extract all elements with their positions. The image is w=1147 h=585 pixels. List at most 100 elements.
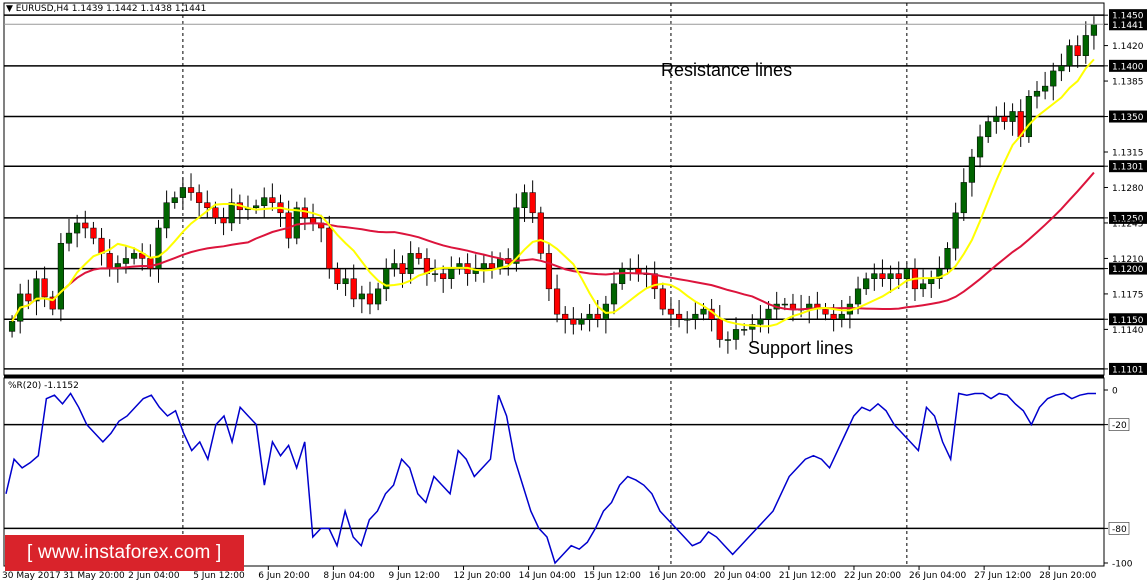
candle-body: [537, 212, 544, 254]
candle: [651, 261, 658, 299]
time-tick-label: 12 Jun 20:00: [454, 571, 511, 581]
candle: [952, 202, 959, 261]
menu-triangle-icon[interactable]: ▼: [6, 4, 13, 14]
candle-body: [732, 329, 740, 340]
candle: [1058, 53, 1065, 82]
candle-body: [25, 293, 32, 302]
candle-body: [529, 192, 536, 214]
wpr-tick-label: -20: [1112, 421, 1127, 431]
candle-body: [399, 263, 406, 274]
candle-body: [684, 319, 691, 321]
candle: [920, 269, 927, 297]
candle: [732, 317, 740, 350]
candle-body: [903, 268, 910, 279]
candle-body: [610, 283, 618, 305]
candle-body: [1025, 96, 1032, 138]
candle-body: [1066, 45, 1073, 67]
candle-body: [920, 283, 927, 290]
time-tick-label: 22 Jun 20:00: [844, 571, 901, 581]
candle: [98, 228, 105, 266]
candle: [586, 304, 593, 332]
candle: [391, 249, 398, 277]
candle: [846, 295, 853, 329]
candle: [187, 173, 195, 201]
candle-body: [204, 202, 211, 209]
candle-body: [480, 263, 487, 269]
candle: [619, 262, 626, 290]
candle: [521, 184, 528, 222]
candle-body: [366, 293, 374, 305]
candle: [1042, 71, 1049, 100]
candle: [602, 295, 609, 334]
candle: [383, 258, 390, 302]
candle-body: [928, 278, 935, 285]
price-tick-label: 1.1301: [1112, 163, 1144, 173]
candle: [529, 180, 536, 223]
candle-body: [895, 273, 902, 279]
time-tick-label: 14 Jun 04:00: [519, 571, 576, 581]
candle-body: [724, 339, 731, 341]
candle-body: [375, 288, 382, 305]
candle: [553, 274, 561, 323]
candle: [49, 290, 56, 316]
candle-body: [41, 278, 48, 298]
candle-body: [358, 293, 365, 300]
candle: [879, 259, 886, 287]
candle: [350, 264, 357, 308]
candle: [578, 313, 585, 331]
candle-body: [228, 202, 235, 224]
candle-body: [90, 227, 97, 239]
candle-body: [1001, 116, 1008, 122]
candle: [985, 115, 992, 143]
candle-body: [440, 273, 447, 279]
symbol-info: EURUSD,H4 1.1439 1.1442 1.1438 1.1441: [15, 4, 207, 14]
candle: [675, 299, 683, 328]
candle-body: [968, 156, 976, 183]
candle: [147, 244, 154, 277]
candle-body: [334, 268, 341, 285]
candle-body: [594, 313, 601, 320]
candle: [1025, 90, 1032, 143]
candle: [440, 265, 447, 293]
candle: [293, 201, 300, 245]
candle: [570, 307, 577, 335]
price-tick-label: 1.1385: [1112, 78, 1144, 88]
candle-body: [488, 263, 496, 269]
chart-canvas: 1.14501.14411.14201.14001.13851.13501.13…: [2, 2, 1147, 581]
candle-body: [326, 227, 333, 269]
candle-body: [521, 192, 528, 209]
candle-body: [391, 263, 398, 269]
candle: [1074, 35, 1081, 68]
candle-body: [562, 313, 569, 320]
candle-body: [301, 207, 308, 219]
candle-body: [293, 207, 300, 239]
candle-body: [220, 217, 227, 224]
candle: [448, 256, 455, 289]
candle: [65, 218, 73, 252]
candle: [814, 291, 821, 320]
candle: [1090, 16, 1098, 50]
candle-body: [586, 313, 593, 320]
wpr-tick-label: 0: [1112, 387, 1118, 397]
candle-body: [407, 253, 414, 274]
candle-body: [659, 288, 666, 310]
candle: [610, 271, 618, 315]
candle-body: [627, 268, 634, 270]
candle: [269, 183, 276, 211]
candle-body: [1042, 85, 1049, 92]
price-tick-label: 1.1315: [1112, 149, 1144, 159]
candle-body: [863, 278, 870, 290]
candle-body: [1082, 35, 1089, 56]
candle: [692, 302, 699, 330]
candle-body: [261, 197, 268, 206]
candle: [928, 270, 935, 298]
candle-body: [781, 303, 788, 306]
candle: [871, 263, 878, 291]
price-tick-label: 1.1140: [1112, 326, 1144, 336]
candle-body: [171, 197, 178, 203]
price-tick-label: 1.1420: [1112, 42, 1144, 52]
indicator-header: %R(20) -1.1152: [8, 381, 79, 391]
candle-body: [619, 268, 626, 285]
time-tick-label: 26 Jun 04:00: [909, 571, 966, 581]
candle-body: [187, 187, 195, 193]
